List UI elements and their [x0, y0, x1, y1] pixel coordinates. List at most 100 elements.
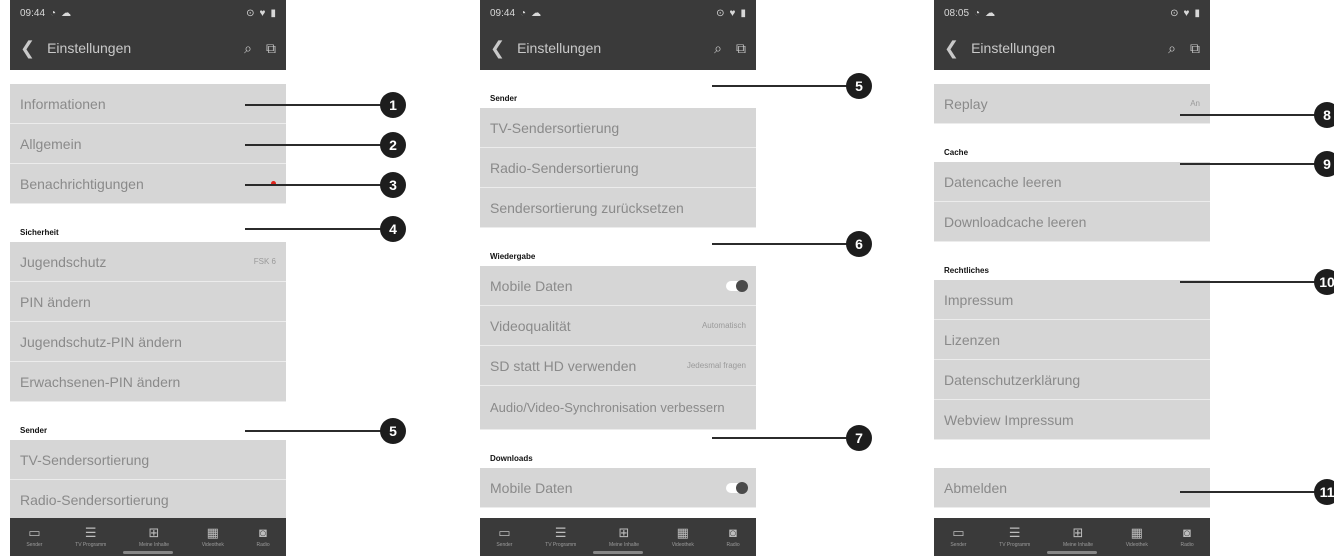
- toggle-switch[interactable]: [726, 279, 748, 292]
- callout-badge: 9: [1314, 151, 1334, 177]
- settings-item[interactable]: Videoqualität Automatisch: [480, 306, 756, 346]
- nav-item[interactable]: ▦ Videothek: [671, 526, 694, 549]
- cast-icon[interactable]: ⧉: [266, 40, 276, 57]
- callout-badge: 3: [380, 172, 406, 198]
- phone-screen: 09:44 ◔ ☁ ⊙ ♥ ▮ ❮ Einstellungen ⌕ ⧉ Sender TV-Sende…: [480, 0, 756, 556]
- section-header: Rechtliches: [934, 242, 1210, 280]
- nav-label: Videothek: [1125, 542, 1148, 548]
- settings-item-label: Informationen: [20, 95, 106, 112]
- radio-icon: ◙: [1183, 525, 1191, 540]
- nav-item[interactable]: ▭ Sender: [496, 525, 512, 549]
- settings-item-label: PIN ändern: [20, 293, 91, 310]
- settings-item[interactable]: Audio/Video-Synchronisation verbessern: [480, 386, 756, 430]
- settings-list: Replay An Cache Datencache leeren Downloadca…: [934, 70, 1210, 518]
- home-indicator: [1047, 551, 1097, 554]
- bottom-nav: ▭ Sender ☰ TV Programm ⊞ Meine Inhalte ▦ Videot…: [10, 518, 286, 556]
- settings-item-label: SD statt HD verwenden: [490, 357, 637, 374]
- nav-item[interactable]: ⊞ Meine Inhalte: [1063, 526, 1093, 549]
- nav-label: Videothek: [201, 542, 224, 548]
- settings-item[interactable]: Jugendschutz-PIN ändern: [10, 322, 286, 362]
- settings-item[interactable]: Erwachsenen-PIN ändern: [10, 362, 286, 402]
- list-icon: ☰: [84, 525, 97, 540]
- settings-item[interactable]: TV-Sendersortierung: [10, 440, 286, 480]
- cast-icon[interactable]: ⧉: [736, 40, 746, 57]
- callout-line: [245, 430, 382, 432]
- page-title: Einstellungen: [517, 40, 602, 56]
- callout-badge: 2: [380, 132, 406, 158]
- status-time: 09:44: [490, 7, 516, 19]
- app-bar: ❮ Einstellungen ⌕ ⧉: [10, 26, 286, 70]
- nav-item[interactable]: ▦ Videothek: [1125, 526, 1148, 549]
- settings-item[interactable]: Datenschutzerklärung: [934, 360, 1210, 400]
- search-icon[interactable]: ⌕: [244, 40, 252, 57]
- settings-item[interactable]: Impressum: [934, 280, 1210, 320]
- settings-list: Informationen Allgemein Benachrichtigungen…: [10, 70, 286, 520]
- callout-line: [245, 184, 382, 186]
- settings-item-label: Erwachsenen-PIN ändern: [20, 373, 181, 390]
- battery-icon: ▮: [740, 7, 746, 19]
- settings-item-value: Automatisch: [701, 321, 746, 330]
- settings-item[interactable]: SD statt HD verwenden Jedesmal fragen: [480, 346, 756, 386]
- settings-item[interactable]: Mobile Daten: [480, 266, 756, 306]
- status-bar: 09:44 ◔ ☁ ⊙ ♥ ▮: [10, 0, 286, 26]
- callout-line: [712, 243, 848, 245]
- nav-item[interactable]: ▭ Sender: [950, 526, 966, 549]
- nav-item[interactable]: ☰ TV Programm: [999, 526, 1030, 549]
- settings-item[interactable]: Sendersortierung zurücksetzen: [480, 188, 756, 228]
- settings-item[interactable]: Radio-Sendersortierung: [10, 480, 286, 520]
- app-bar: ❮ Einstellungen ⌕ ⧉: [480, 26, 756, 70]
- nav-item[interactable]: ▦ Videothek: [201, 526, 224, 549]
- radio-icon: ◙: [259, 525, 267, 540]
- app-bar-actions: ⌕ ⧉: [1168, 40, 1200, 57]
- tv-icon: ▭: [498, 525, 511, 540]
- nav-item[interactable]: ☰ TV Programm: [545, 526, 576, 549]
- callout-line: [712, 85, 848, 87]
- settings-item-label: Jugendschutz: [20, 253, 107, 270]
- settings-item-label: Radio-Sendersortierung: [490, 159, 639, 176]
- status-right: ⊙ ♥ ▮: [246, 8, 276, 19]
- settings-item-label: Radio-Sendersortierung: [20, 491, 169, 508]
- callout-line: [712, 437, 848, 439]
- settings-item[interactable]: Replay An: [934, 84, 1210, 124]
- settings-item[interactable]: Jugendschutz FSK 6: [10, 242, 286, 282]
- back-icon[interactable]: ❮: [20, 38, 35, 59]
- nav-item[interactable]: ◙ Radio: [257, 525, 270, 549]
- signal-icon: ⊙: [716, 7, 725, 19]
- settings-item[interactable]: Radio-Sendersortierung: [480, 148, 756, 188]
- nav-item[interactable]: ◙ Radio: [727, 526, 740, 549]
- settings-item[interactable]: Mobile Daten: [480, 468, 756, 508]
- settings-item-value: An: [1190, 99, 1200, 108]
- signal-icon: ⊙: [246, 7, 255, 19]
- nav-item[interactable]: ☰ TV Programm: [75, 525, 107, 549]
- settings-item[interactable]: Webview Impressum: [934, 400, 1210, 440]
- search-icon[interactable]: ⌕: [714, 40, 722, 57]
- callout-line: [245, 104, 382, 106]
- settings-item[interactable]: PIN ändern: [10, 282, 286, 322]
- nav-label: Meine Inhalte: [138, 542, 169, 548]
- settings-item[interactable]: Lizenzen: [934, 320, 1210, 360]
- cast-icon[interactable]: ⧉: [1190, 40, 1200, 57]
- settings-list: Sender TV-Sendersortierung Radio-Sendersor…: [480, 70, 756, 518]
- nav-item[interactable]: ⊞ Meine Inhalte: [609, 526, 639, 549]
- back-icon[interactable]: ❮: [944, 38, 959, 59]
- nav-label: TV Programm: [75, 542, 107, 548]
- nav-label: Videothek: [671, 542, 694, 548]
- toggle-switch[interactable]: [726, 481, 748, 494]
- app-notification-icon: ◔: [50, 7, 57, 19]
- section-header: Cache: [934, 124, 1210, 162]
- status-left: 08:05 ◔ ☁: [944, 8, 995, 19]
- settings-item[interactable]: Downloadcache leeren: [934, 202, 1210, 242]
- nav-item[interactable]: ◙ Radio: [1181, 525, 1194, 549]
- callout-badge: 6: [846, 231, 872, 257]
- settings-item[interactable]: Abmelden: [934, 468, 1210, 508]
- settings-item[interactable]: TV-Sendersortierung: [480, 108, 756, 148]
- callout-badge: 4: [380, 216, 406, 242]
- back-icon[interactable]: ❮: [490, 38, 505, 59]
- search-icon[interactable]: ⌕: [1168, 40, 1176, 57]
- phone-screen: 08:05 ◔ ☁ ⊙ ♥ ▮ ❮ Einstellungen ⌕ ⧉ Replay An Cache D…: [934, 0, 1210, 556]
- nav-item[interactable]: ⊞ Meine Inhalte: [138, 526, 169, 549]
- settings-item[interactable]: Datencache leeren: [934, 162, 1210, 202]
- nav-item[interactable]: ▭ Sender: [26, 526, 42, 549]
